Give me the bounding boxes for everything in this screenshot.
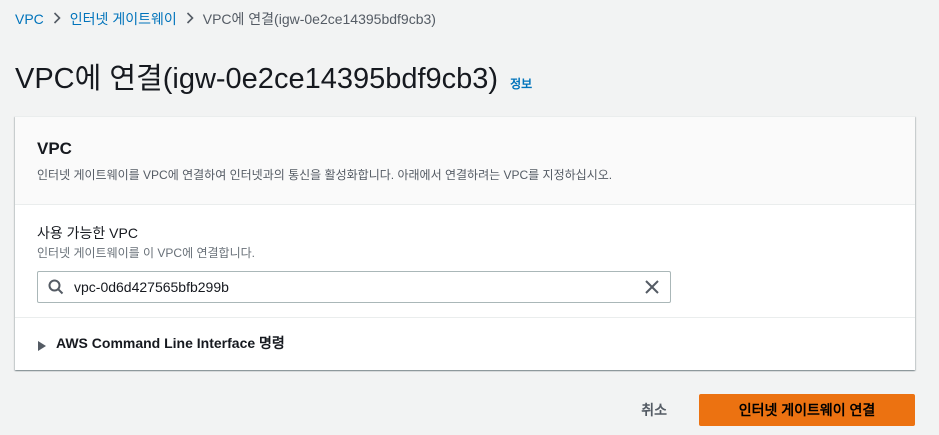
cli-command-expander[interactable]: AWS Command Line Interface 명령 [15, 318, 915, 368]
chevron-right-icon [177, 11, 203, 28]
vpc-search-box[interactable] [37, 271, 671, 303]
info-link[interactable]: 정보 [510, 75, 532, 92]
panel-description: 인터넷 게이트웨이를 VPC에 연결하여 인터넷과의 통신을 활성화합니다. 아… [37, 168, 613, 182]
page-header: VPC에 연결(igw-0e2ce14395bdf9cb3) 정보 [15, 55, 532, 97]
panel-title: VPC [37, 139, 72, 158]
cli-command-label: AWS Command Line Interface 명령 [56, 335, 285, 351]
vpc-panel: VPC 인터넷 게이트웨이를 VPC에 연결하여 인터넷과의 통신을 활성화합니… [15, 116, 915, 370]
close-icon[interactable] [644, 279, 660, 295]
breadcrumb: VPC 인터넷 게이트웨이 VPC에 연결(igw-0e2ce14395bdf9… [15, 9, 436, 29]
available-vpc-description: 인터넷 게이트웨이를 이 VPC에 연결합니다. [37, 246, 255, 260]
breadcrumb-internet-gateways-link[interactable]: 인터넷 게이트웨이 [70, 9, 177, 29]
page-title: VPC에 연결(igw-0e2ce14395bdf9cb3) [15, 63, 499, 95]
form-actions: 취소 인터넷 게이트웨이 연결 [623, 394, 915, 426]
attach-internet-gateway-button[interactable]: 인터넷 게이트웨이 연결 [699, 394, 915, 426]
breadcrumb-current: VPC에 연결(igw-0e2ce14395bdf9cb3) [202, 11, 436, 27]
caret-right-icon [37, 338, 47, 351]
search-icon [48, 279, 64, 295]
breadcrumb-vpc-link[interactable]: VPC [15, 11, 44, 27]
vpc-search-input[interactable] [74, 272, 634, 302]
chevron-right-icon [44, 11, 70, 28]
available-vpc-label: 사용 가능한 VPC [37, 225, 138, 241]
panel-body: 사용 가능한 VPC 인터넷 게이트웨이를 이 VPC에 연결합니다. [15, 205, 915, 318]
cancel-button[interactable]: 취소 [623, 394, 685, 426]
panel-header: VPC 인터넷 게이트웨이를 VPC에 연결하여 인터넷과의 통신을 활성화합니… [15, 117, 915, 205]
